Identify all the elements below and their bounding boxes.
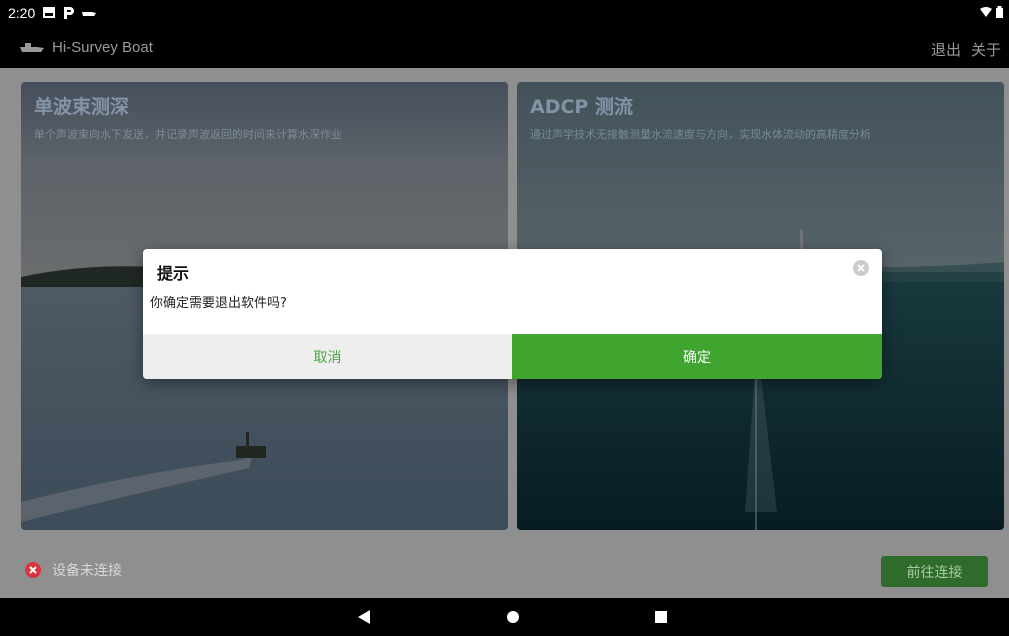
- card-description: 通过声学技术无接触测量水流速度与方向，实现水体流动的高精度分析: [530, 128, 871, 141]
- recents-icon[interactable]: [655, 611, 667, 623]
- close-icon[interactable]: [853, 260, 869, 276]
- boat-notification-icon: [82, 12, 96, 16]
- dialog-message: 你确定需要退出软件吗?: [150, 296, 287, 311]
- status-bar: 2:20: [0, 0, 1009, 28]
- back-icon[interactable]: [358, 610, 370, 624]
- card-title: 单波束测深: [34, 96, 130, 118]
- card-description: 单个声波束向水下发送，并记录声波返回的时间来计算水深作业: [34, 128, 342, 141]
- parking-notification-icon: [64, 7, 74, 19]
- app-title: Hi-Survey Boat: [52, 39, 153, 56]
- dialog-title: 提示: [157, 264, 190, 283]
- home-icon[interactable]: [507, 611, 519, 623]
- battery-icon: [996, 6, 1003, 18]
- navigation-bar: [0, 598, 1009, 636]
- boat-logo-icon: [20, 43, 44, 52]
- card-title: ADCP 测流: [530, 96, 633, 118]
- about-button[interactable]: 关于: [971, 39, 1001, 60]
- exit-confirm-dialog: 提示 你确定需要退出软件吗? 取消 确定: [143, 249, 882, 379]
- go-connect-button[interactable]: 前往连接: [881, 556, 988, 587]
- app-bar: Hi-Survey Boat 退出 关于: [0, 28, 1009, 68]
- wifi-icon: [980, 7, 992, 17]
- connection-status: 设备未连接: [52, 563, 122, 579]
- image-notification-icon: [43, 7, 55, 18]
- confirm-button[interactable]: 确定: [512, 334, 882, 379]
- cancel-button[interactable]: 取消: [143, 334, 512, 379]
- status-time: 2:20: [8, 5, 36, 21]
- exit-button[interactable]: 退出: [931, 39, 961, 60]
- error-icon: [25, 562, 41, 578]
